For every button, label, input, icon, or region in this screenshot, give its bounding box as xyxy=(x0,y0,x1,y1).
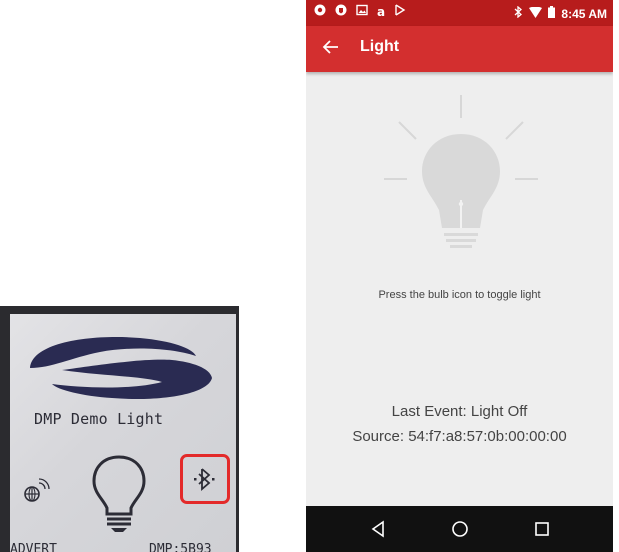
image-icon xyxy=(356,4,368,19)
back-triangle-icon[interactable] xyxy=(366,517,390,541)
bulb-icon xyxy=(92,455,146,532)
status-bar: a 8:45 AM xyxy=(306,0,613,26)
last-event-text: Last Event: Light Off xyxy=(391,403,528,420)
amazon-icon: a xyxy=(377,4,386,19)
status-notification-icons: a xyxy=(314,4,406,19)
bulb-icon[interactable] xyxy=(384,92,538,260)
status-time: 8:45 AM xyxy=(561,6,607,21)
page-title: Light xyxy=(360,38,400,55)
back-arrow-icon[interactable] xyxy=(320,36,344,60)
home-circle-icon[interactable] xyxy=(448,517,472,541)
wifi-icon xyxy=(529,6,543,21)
dmp-id-label: DMP:5B93 xyxy=(149,542,212,552)
chrome-icon xyxy=(314,4,326,19)
recents-square-icon[interactable] xyxy=(530,517,554,541)
lcd-title: DMP Demo Light xyxy=(34,410,164,428)
network-icon xyxy=(24,478,50,502)
source-text: Source: 54:f7:a8:57:0b:00:00:00 xyxy=(352,428,567,445)
shield-icon xyxy=(335,4,347,19)
status-system-icons: 8:45 AM xyxy=(513,5,607,21)
lcd-screen: DMP Demo Light ADVERT DMP:5B93 xyxy=(10,314,236,552)
toggle-hint: Press the bulb icon to toggle light xyxy=(378,289,541,301)
bluetooth-icon xyxy=(194,468,215,491)
silicon-labs-logo xyxy=(30,337,212,400)
bluetooth-icon xyxy=(513,5,523,21)
play-icon xyxy=(394,4,406,19)
bluetooth-highlight-box xyxy=(180,454,230,504)
advert-label: ADVERT xyxy=(10,542,57,552)
phone-screen: a 8:45 AM Light Press the bulb icon to t… xyxy=(306,0,613,552)
app-bar: Light xyxy=(306,26,613,72)
battery-icon xyxy=(548,6,556,21)
device-photo: DMP Demo Light ADVERT DMP:5B93 xyxy=(0,306,239,552)
navigation-bar xyxy=(306,506,613,552)
